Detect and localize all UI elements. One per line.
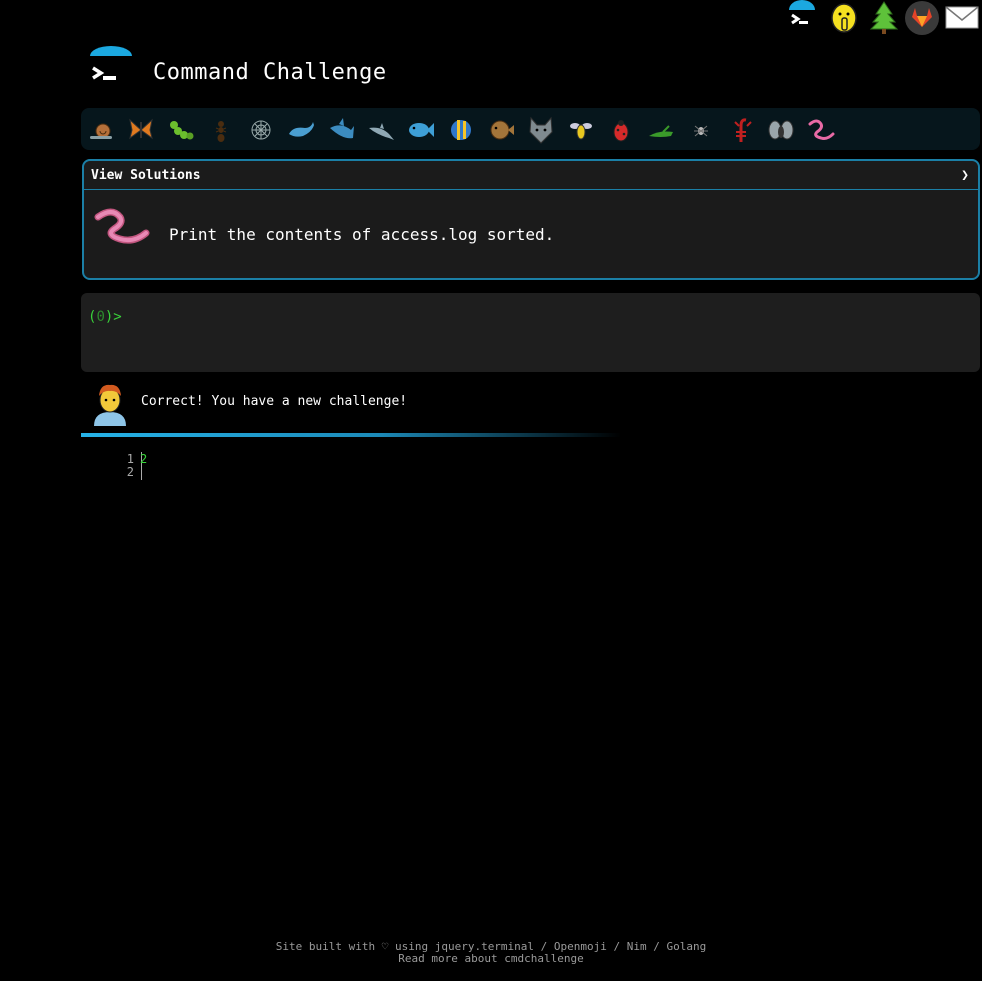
- person-red-hair-icon: [92, 382, 128, 426]
- lady-beetle-icon[interactable]: [607, 116, 635, 144]
- worm-icon: [94, 207, 152, 247]
- top-links: [782, 0, 982, 36]
- line-number: 2: [126, 465, 134, 479]
- view-solutions-label: View Solutions: [91, 168, 201, 183]
- terminal-input[interactable]: (0)>: [81, 293, 980, 372]
- site-logo[interactable]: [90, 46, 132, 88]
- snail-icon[interactable]: [87, 116, 115, 144]
- tropical-fish-icon[interactable]: [447, 116, 475, 144]
- terminal-prompt: (0)>: [88, 309, 122, 325]
- butterfly-icon[interactable]: [127, 116, 155, 144]
- fish-icon[interactable]: [407, 116, 435, 144]
- spider-web-icon[interactable]: [247, 116, 275, 144]
- line-number-gutter: 1 2: [115, 452, 142, 480]
- dolphin-icon[interactable]: [367, 116, 395, 144]
- gitlab-icon[interactable]: [904, 0, 940, 36]
- wolf-icon[interactable]: [527, 116, 555, 144]
- whale-icon[interactable]: [287, 116, 315, 144]
- view-solutions-toggle[interactable]: View Solutions ❯: [84, 161, 978, 190]
- evergreen-tree-icon[interactable]: [866, 0, 902, 36]
- prompt-close: )>: [104, 309, 122, 325]
- scorpion-icon[interactable]: [727, 116, 755, 144]
- shark-icon[interactable]: [327, 116, 355, 144]
- page-title: Command Challenge: [153, 60, 387, 85]
- cmdchallenge-home-icon[interactable]: [784, 0, 820, 36]
- footer: Site built with ♡ using jquery.terminal …: [0, 941, 982, 965]
- worm-icon[interactable]: [807, 116, 835, 144]
- envelope-icon[interactable]: [944, 0, 980, 36]
- caterpillar-icon[interactable]: [167, 116, 195, 144]
- output-line: 2: [140, 452, 148, 466]
- footer-read-more-link[interactable]: Read more about cmdchallenge: [0, 953, 982, 965]
- spider-icon[interactable]: [687, 116, 715, 144]
- fly-icon[interactable]: [767, 116, 795, 144]
- prompt-count: 0: [96, 309, 105, 325]
- challenge-panel: View Solutions ❯ Print the contents of a…: [82, 159, 980, 280]
- output-divider: [81, 433, 621, 437]
- cricket-icon[interactable]: [647, 116, 675, 144]
- feedback-message: Correct! You have a new challenge!: [141, 394, 408, 409]
- challenge-description: Print the contents of access.log sorted.: [169, 225, 555, 244]
- ant-icon[interactable]: [207, 116, 235, 144]
- output-lines: 2: [140, 452, 147, 478]
- shushing-face-icon[interactable]: [826, 0, 862, 36]
- bee-icon[interactable]: [567, 116, 595, 144]
- blowfish-icon[interactable]: [487, 116, 515, 144]
- chevron-right-icon: ❯: [961, 168, 969, 183]
- line-number: 1: [126, 452, 134, 466]
- challenge-progress-bar: [81, 108, 980, 150]
